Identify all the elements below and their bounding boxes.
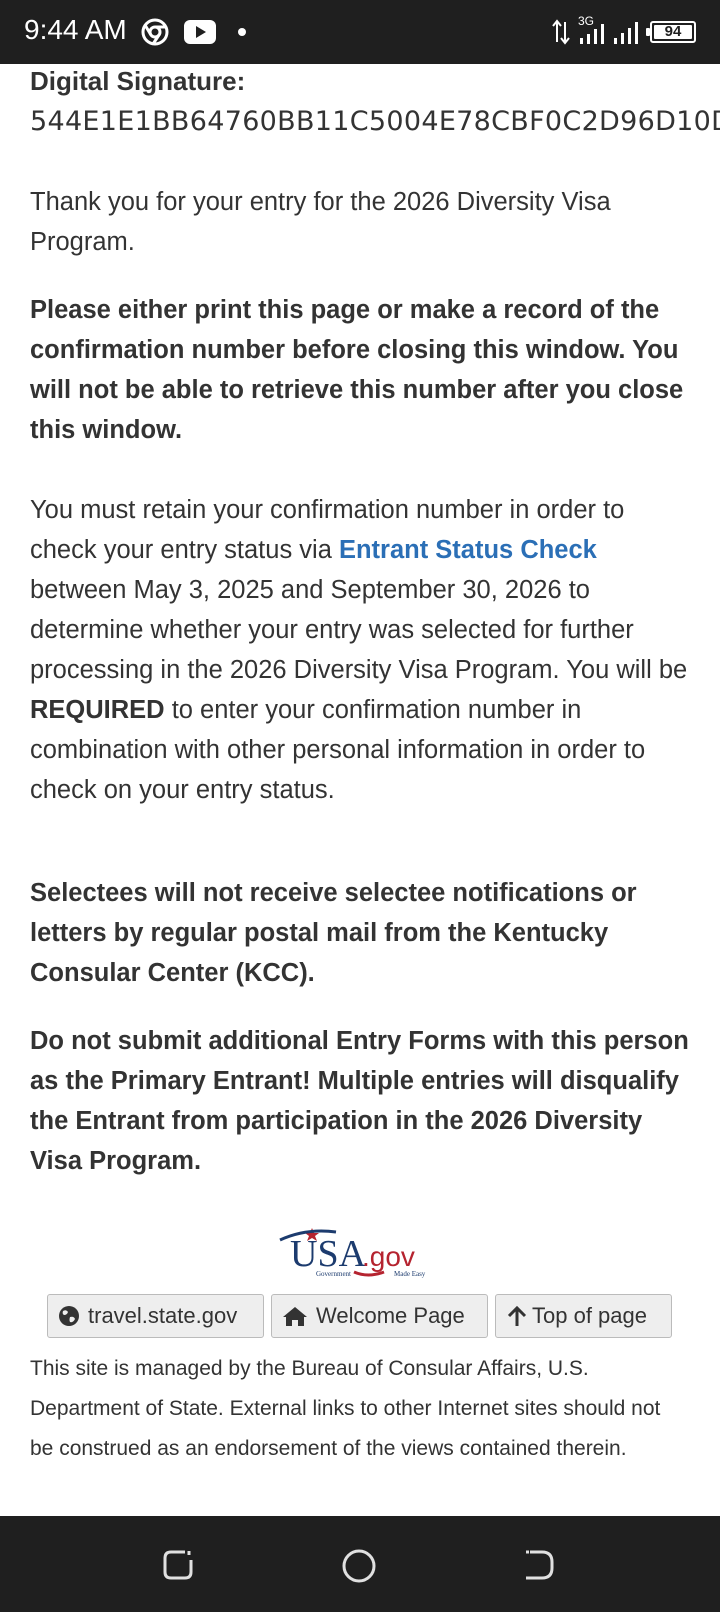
recent-apps-icon[interactable] [161, 1548, 195, 1582]
status-bar: 9:44 AM 3G 94 [0, 0, 720, 64]
top-of-page-button[interactable]: Top of page [495, 1294, 672, 1338]
digital-signature-value: 544E1E1BB64760BB11C5004E78CBF0C2D96D10DC [30, 106, 720, 137]
entrant-status-check-link[interactable]: Entrant Status Check [339, 536, 597, 564]
home-icon [283, 1307, 307, 1326]
signal-icon-2 [614, 22, 638, 44]
travel-state-gov-label: travel.state.gov [88, 1303, 238, 1328]
battery-icon: 94 [650, 21, 696, 43]
thank-you-text: Thank you for your entry for the 2026 Di… [30, 188, 611, 256]
notification-dot-icon [238, 28, 246, 36]
top-of-page-label: Top of page [532, 1303, 647, 1328]
multiple-entries-warning: Do not submit additional Entry Forms wit… [30, 1027, 689, 1175]
selectees-notice: Selectees will not receive selectee noti… [30, 879, 637, 987]
logo-gov-text: .gov [362, 1241, 415, 1272]
youtube-icon [184, 20, 216, 44]
chrome-icon [141, 18, 169, 46]
retain-confirmation-paragraph: You must retain your confirmation number… [30, 490, 692, 810]
globe-icon [59, 1306, 79, 1326]
retain-text-part2: between May 3, 2025 and September 30, 20… [30, 576, 688, 684]
footer-disclaimer: This site is managed by the Bureau of Co… [30, 1357, 661, 1460]
data-transfer-icon [552, 19, 570, 45]
battery-level: 94 [664, 23, 682, 40]
print-notice: Please either print this page or make a … [30, 296, 684, 444]
welcome-page-label: Welcome Page [316, 1303, 465, 1328]
digital-signature-label: Digital Signature: [30, 66, 246, 96]
arrow-up-icon [507, 1305, 527, 1326]
back-icon[interactable] [522, 1548, 556, 1582]
logo-usa-text: USA [290, 1233, 367, 1275]
home-circle-icon[interactable] [341, 1548, 377, 1584]
welcome-page-button[interactable]: Welcome Page [271, 1294, 488, 1338]
travel-state-gov-button[interactable]: travel.state.gov [47, 1294, 264, 1338]
usa-gov-logo[interactable]: USA .gov Government Made Easy [276, 1226, 444, 1280]
logo-tagline-left: Government [316, 1270, 351, 1278]
logo-underline-swoosh [353, 1270, 385, 1277]
required-emphasis: REQUIRED [30, 696, 165, 724]
status-time: 9:44 AM [24, 14, 127, 45]
navigation-bar [0, 1516, 720, 1612]
logo-tagline-right: Made Easy [394, 1270, 426, 1278]
